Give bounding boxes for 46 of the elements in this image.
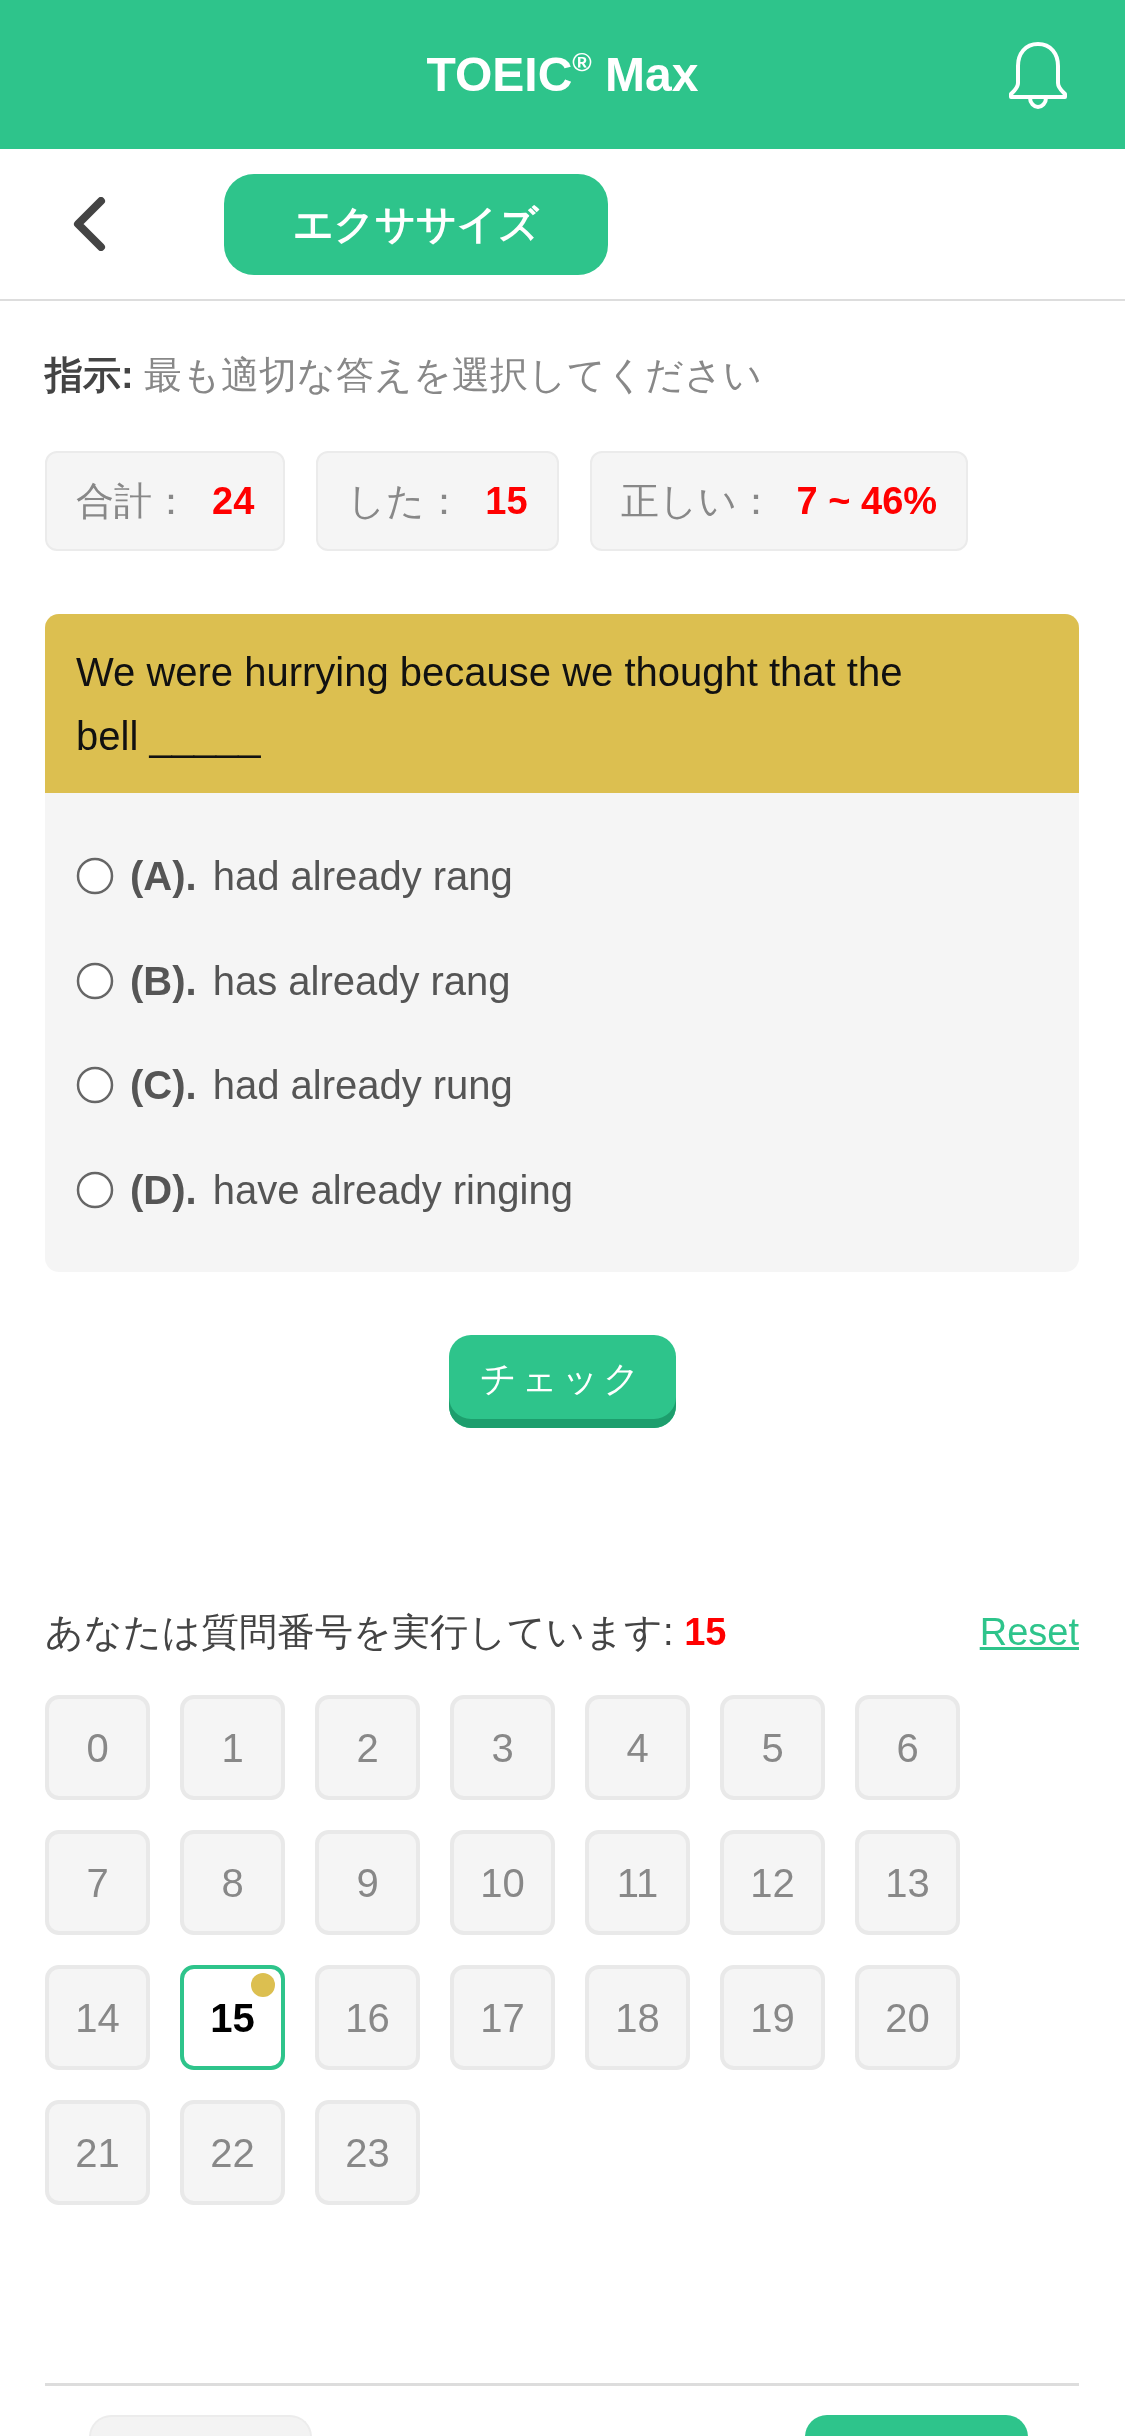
question-number-button[interactable]: 0 (45, 1695, 150, 1800)
answer-option[interactable]: (A). had already rang (76, 824, 513, 929)
question-number-button[interactable]: 12 (720, 1830, 825, 1935)
question-number-button[interactable]: 23 (315, 2100, 420, 2205)
radio-button[interactable] (76, 1066, 114, 1105)
question-number-button[interactable]: 21 (45, 2100, 150, 2205)
question-number-button[interactable]: 3 (450, 1695, 555, 1800)
question-number-button[interactable]: 13 (855, 1830, 960, 1935)
stat-label: した： (347, 478, 464, 524)
stat-label: 合計： (76, 478, 190, 524)
stat-label: 正しい： (620, 478, 775, 524)
tab[interactable]: エクササイズ (224, 173, 608, 275)
question-number-button[interactable]: 16 (315, 1965, 420, 2070)
stat-value: 24 (212, 478, 255, 524)
question-number-button[interactable]: 11 (585, 1830, 690, 1935)
question-number-button[interactable]: 15 (180, 1965, 285, 2070)
question-number-button[interactable]: 9 (315, 1830, 420, 1935)
progress-text: あなたは質問番号を実行しています: 15 (45, 1610, 727, 1655)
question-number-button[interactable]: 20 (855, 1965, 960, 2070)
question-number-button[interactable]: 22 (180, 2100, 285, 2205)
answer-option[interactable]: (D). have already ringing (76, 1137, 573, 1242)
question-number-button[interactable]: 8 (180, 1830, 285, 1935)
question-number-button[interactable]: 19 (720, 1965, 825, 2070)
question-number-button[interactable]: 18 (585, 1965, 690, 2070)
answer-option[interactable]: (C). had already rung (76, 1033, 513, 1138)
radio-button[interactable] (76, 857, 114, 896)
question-number-button[interactable]: 7 (45, 1830, 150, 1935)
check-button[interactable]: チェック (448, 1335, 676, 1428)
question-number-button[interactable]: 4 (585, 1695, 690, 1800)
radio-button[interactable] (76, 961, 114, 1000)
question-number-button[interactable]: 2 (315, 1695, 420, 1800)
question-number-button[interactable]: 10 (450, 1830, 555, 1935)
reset-link[interactable]: Reset (979, 1607, 1079, 1657)
answer-option[interactable]: (B). has already rang (76, 928, 511, 1033)
question-number-button[interactable]: 1 (180, 1695, 285, 1800)
question-text: We were hurrying because we thought that the bell _____ (76, 649, 904, 760)
radio-button[interactable] (76, 1170, 114, 1209)
app-title: TOEIC$^{®}$ Max (426, 45, 699, 103)
instruction-text: 指示: 最も適切な答えを選択してください (45, 353, 764, 398)
question-number-button[interactable]: 6 (855, 1695, 960, 1800)
question-number-button[interactable]: 14 (45, 1965, 150, 2070)
chevron-left-icon[interactable] (71, 197, 106, 251)
question-number-button[interactable]: 17 (450, 1965, 555, 2070)
question-number-button[interactable]: 5 (720, 1695, 825, 1800)
stat-value: 7 ~ 46% (796, 478, 938, 524)
stat-value: 15 (485, 478, 528, 524)
